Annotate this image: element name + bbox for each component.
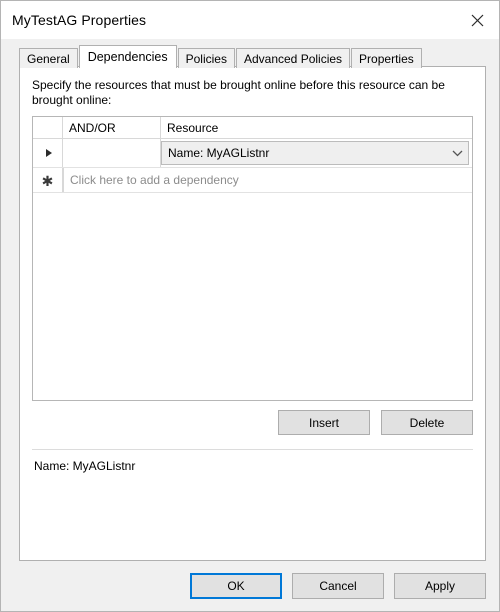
dialog-button-bar: OK Cancel Apply: [1, 561, 499, 611]
cell-and-or[interactable]: [63, 139, 161, 167]
grid-header-selector: [33, 117, 63, 138]
tab-properties[interactable]: Properties: [351, 48, 422, 68]
dependency-summary-text: Name: MyAGListnr: [34, 459, 136, 473]
grid-button-row: Insert Delete: [20, 410, 473, 435]
new-row-selector-cell[interactable]: ✱: [33, 168, 63, 192]
resource-combobox-value: Name: MyAGListnr: [168, 146, 270, 160]
grid-header-row: AND/OR Resource: [33, 117, 472, 139]
tab-advanced-policies[interactable]: Advanced Policies: [235, 48, 351, 68]
ok-button[interactable]: OK: [190, 573, 282, 599]
summary-separator: [32, 449, 473, 450]
add-dependency-placeholder[interactable]: Click here to add a dependency: [63, 168, 472, 192]
tab-policies[interactable]: Policies: [177, 48, 235, 68]
instructions-text: Specify the resources that must be broug…: [32, 78, 445, 107]
delete-button[interactable]: Delete: [381, 410, 473, 435]
new-row-asterisk-icon: ✱: [41, 173, 54, 189]
table-row[interactable]: Name: MyAGListnr: [33, 139, 472, 168]
tab-strip: General Dependencies Policies Advanced P…: [19, 45, 499, 68]
dependencies-grid[interactable]: AND/OR Resource Name: MyAGListnr ✱ Click…: [32, 116, 473, 401]
insert-button[interactable]: Insert: [278, 410, 370, 435]
cancel-button[interactable]: Cancel: [292, 573, 384, 599]
tab-dependencies[interactable]: Dependencies: [78, 45, 177, 68]
tab-general[interactable]: General: [19, 48, 78, 68]
dependencies-tab-panel: Specify the resources that must be broug…: [19, 66, 486, 561]
title-bar: MyTestAG Properties: [1, 1, 499, 39]
close-icon[interactable]: [455, 1, 499, 39]
properties-dialog: MyTestAG Properties General Dependencies…: [0, 0, 500, 612]
current-row-indicator-icon: [45, 149, 52, 157]
cell-resource[interactable]: Name: MyAGListnr: [161, 139, 472, 167]
resource-combobox[interactable]: Name: MyAGListnr: [161, 141, 469, 165]
chevron-down-icon[interactable]: [446, 150, 468, 157]
grid-header-and-or[interactable]: AND/OR: [63, 117, 161, 138]
grid-empty-area[interactable]: [33, 193, 472, 393]
grid-header-resource[interactable]: Resource: [161, 117, 472, 138]
window-title: MyTestAG Properties: [12, 12, 147, 28]
apply-button[interactable]: Apply: [394, 573, 486, 599]
new-row[interactable]: ✱ Click here to add a dependency: [33, 168, 472, 193]
row-selector-cell[interactable]: [33, 139, 63, 167]
